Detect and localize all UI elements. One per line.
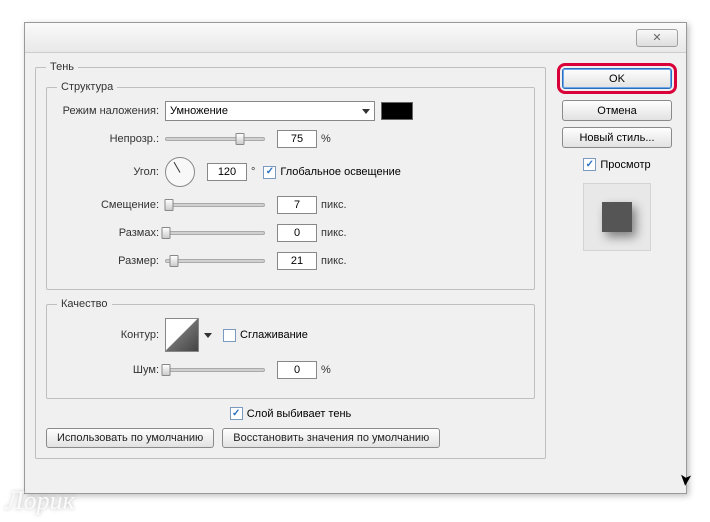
slider-thumb[interactable]	[162, 227, 171, 239]
size-slider[interactable]	[165, 259, 265, 263]
preview-shadow-swatch	[602, 202, 632, 232]
dialog-content: Тень Структура Режим наложения: Умножени…	[25, 53, 686, 475]
row-blend-mode: Режим наложения: Умножение	[57, 101, 524, 121]
slider-thumb[interactable]	[164, 199, 173, 211]
label-blend-mode: Режим наложения:	[57, 105, 165, 117]
unit-pct: %	[321, 364, 331, 376]
unit-deg: °	[251, 166, 255, 178]
structure-group: Структура Режим наложения: Умножение Неп…	[46, 81, 535, 290]
offset-slider[interactable]	[165, 203, 265, 207]
size-input[interactable]: 21	[277, 252, 317, 270]
row-noise: Шум: 0 %	[57, 360, 524, 380]
shadow-legend: Тень	[46, 61, 78, 73]
ok-button[interactable]: OK	[562, 68, 672, 89]
right-column: OK Отмена Новый стиль... Просмотр	[558, 61, 676, 467]
preview-checkbox[interactable]	[583, 158, 596, 171]
noise-slider[interactable]	[165, 368, 265, 372]
chevron-down-icon[interactable]	[203, 330, 213, 340]
blend-mode-value: Умножение	[170, 105, 228, 117]
left-column: Тень Структура Режим наложения: Умножени…	[35, 61, 546, 467]
spread-slider[interactable]	[165, 231, 265, 235]
close-icon: ✕	[652, 31, 661, 44]
spread-input[interactable]: 0	[277, 224, 317, 242]
row-size: Размер: 21 пикс.	[57, 251, 524, 271]
shadow-group: Тень Структура Режим наложения: Умножени…	[35, 61, 546, 459]
new-style-button[interactable]: Новый стиль...	[562, 127, 672, 148]
unit-px: пикс.	[321, 227, 347, 239]
unit-px: пикс.	[321, 255, 347, 267]
antialias-checkbox[interactable]	[223, 329, 236, 342]
row-contour: Контур: Сглаживание	[57, 318, 524, 352]
label-size: Размер:	[57, 255, 165, 267]
row-angle: Угол: 120 ° Глобальное освещение	[57, 157, 524, 187]
opacity-slider[interactable]	[165, 137, 265, 141]
label-opacity: Непрозр.:	[57, 133, 165, 145]
label-angle: Угол:	[57, 166, 165, 178]
label-noise: Шум:	[57, 364, 165, 376]
label-contour: Контур:	[57, 329, 165, 341]
label-offset: Смещение:	[57, 199, 165, 211]
restore-defaults-button[interactable]: Восстановить значения по умолчанию	[222, 428, 440, 448]
label-knockout: Слой выбивает тень	[247, 408, 352, 420]
row-knockout: Слой выбивает тень	[46, 407, 535, 420]
cancel-button[interactable]: Отмена	[562, 100, 672, 121]
preview-box	[583, 183, 651, 251]
unit-pct: %	[321, 133, 331, 145]
use-defaults-button[interactable]: Использовать по умолчанию	[46, 428, 214, 448]
defaults-button-row: Использовать по умолчанию Восстановить з…	[46, 428, 535, 448]
angle-needle	[174, 162, 181, 173]
titlebar: ✕	[25, 23, 686, 53]
structure-legend: Структура	[57, 81, 117, 93]
row-opacity: Непрозр.: 75 %	[57, 129, 524, 149]
noise-input[interactable]: 0	[277, 361, 317, 379]
label-preview: Просмотр	[600, 159, 650, 171]
row-offset: Смещение: 7 пикс.	[57, 195, 524, 215]
slider-thumb[interactable]	[162, 364, 171, 376]
preview-check-row: Просмотр	[583, 158, 650, 171]
close-button[interactable]: ✕	[636, 29, 678, 47]
slider-thumb[interactable]	[235, 133, 244, 145]
label-global-light: Глобальное освещение	[280, 166, 401, 178]
ok-highlight: OK	[557, 63, 677, 94]
quality-group: Качество Контур: Сглаживание Шум: 0 %	[46, 298, 535, 399]
unit-px: пикс.	[321, 199, 347, 211]
global-light-checkbox[interactable]	[263, 166, 276, 179]
contour-picker[interactable]	[165, 318, 199, 352]
angle-dial[interactable]	[165, 157, 195, 187]
label-spread: Размах:	[57, 227, 165, 239]
slider-thumb[interactable]	[169, 255, 178, 267]
chevron-down-icon	[362, 109, 370, 114]
dialog-window: ✕ Тень Структура Режим наложения: Умноже…	[24, 22, 687, 494]
label-antialias: Сглаживание	[240, 329, 308, 341]
row-spread: Размах: 0 пикс.	[57, 223, 524, 243]
quality-legend: Качество	[57, 298, 112, 310]
knockout-checkbox[interactable]	[230, 407, 243, 420]
opacity-input[interactable]: 75	[277, 130, 317, 148]
angle-input[interactable]: 120	[207, 163, 247, 181]
blend-mode-dropdown[interactable]: Умножение	[165, 101, 375, 121]
offset-input[interactable]: 7	[277, 196, 317, 214]
shadow-color-swatch[interactable]	[381, 102, 413, 120]
